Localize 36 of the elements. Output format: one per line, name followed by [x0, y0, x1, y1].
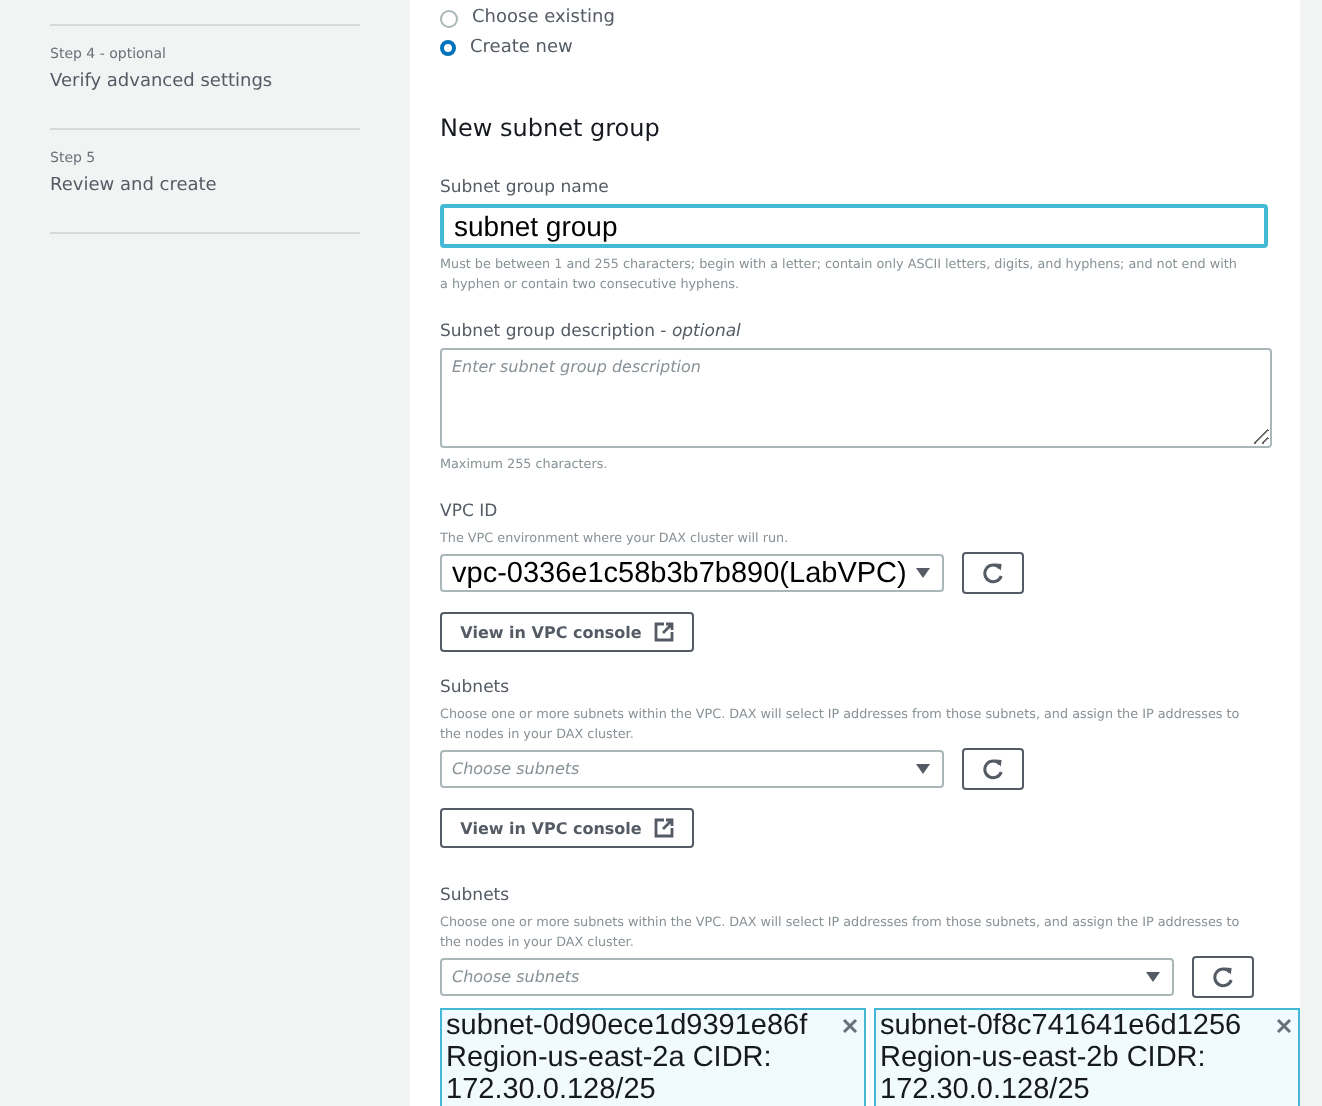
external-link-icon	[653, 818, 674, 838]
step-link[interactable]: Verify advanced settings	[50, 72, 360, 92]
refresh-button[interactable]	[1192, 956, 1254, 998]
name-field[interactable]: subnet group	[440, 204, 1268, 248]
view-console-button[interactable]: View in VPC console	[440, 808, 694, 848]
refresh-icon	[982, 562, 1004, 584]
radio-button[interactable]	[440, 40, 456, 56]
subnet-id: subnet-0d90ece1d9391e86f	[446, 1010, 808, 1042]
caret-icon	[1146, 972, 1160, 982]
radio-label[interactable]: Choose existing	[472, 8, 615, 28]
refresh-icon	[1212, 966, 1234, 988]
refresh-button[interactable]	[962, 748, 1024, 790]
view-console-button[interactable]: View in VPC console	[440, 612, 694, 652]
close-icon	[1276, 1018, 1292, 1034]
field-label: Subnets	[440, 886, 510, 906]
subnet-details: Region-us-east-2b CIDR: 172.30.0.128/25	[880, 1042, 1208, 1106]
step-link[interactable]: Review and create	[50, 176, 360, 196]
vpc-select[interactable]: vpc-0336e1c58b3b7b890(LabVPC)	[440, 554, 944, 592]
caret-icon	[916, 568, 930, 578]
close-icon	[842, 1018, 858, 1034]
section-heading: New subnet group	[440, 114, 662, 142]
radio-button[interactable]	[440, 9, 458, 27]
remove-button[interactable]	[840, 1018, 860, 1034]
field-label: Subnet group description - optional	[440, 322, 741, 342]
refresh-button[interactable]	[962, 552, 1024, 594]
refresh-icon	[982, 758, 1004, 780]
external-link-icon	[653, 622, 674, 642]
field-label: Subnet group name	[440, 178, 609, 198]
field-label: VPC ID	[440, 502, 498, 522]
description-field[interactable]: Enter subnet group description	[440, 348, 1272, 448]
subnet-details: Region-us-east-2a CIDR: 172.30.0.128/25	[446, 1042, 774, 1106]
subnet-id: subnet-0f8c741641e6d1256	[880, 1010, 1242, 1042]
remove-button[interactable]	[1274, 1018, 1294, 1034]
caret-icon	[916, 764, 930, 774]
radio-label[interactable]: Create new	[470, 38, 573, 58]
field-label: Subnets	[440, 678, 510, 698]
